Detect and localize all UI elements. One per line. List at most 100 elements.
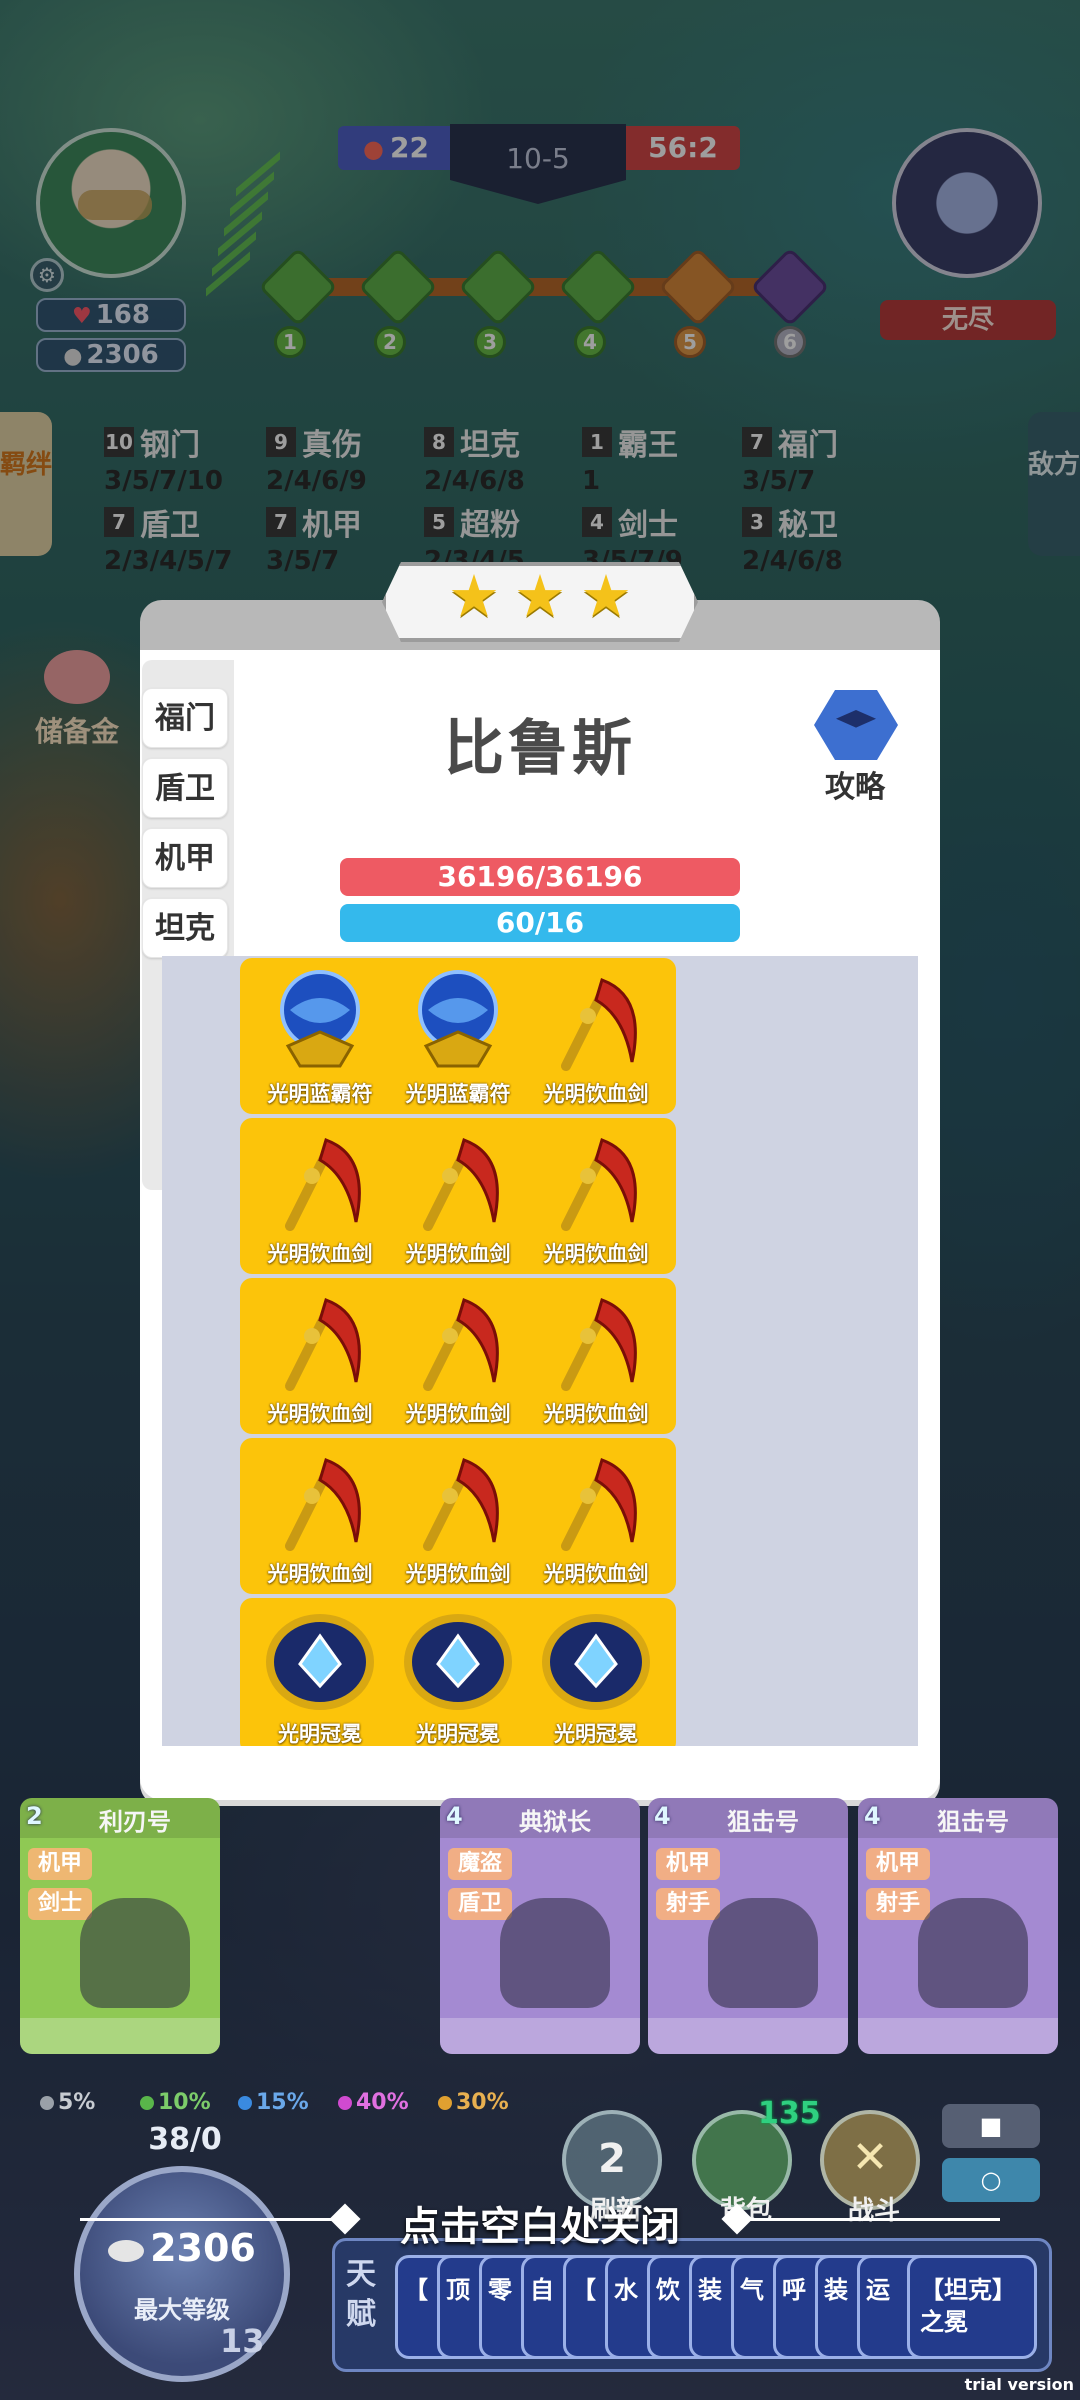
tab-trait[interactable]: 机甲 (142, 828, 228, 888)
equipment-grid: 光明蓝霸符 光明蓝霸符 光明饮血剑 光明饮血剑 光明饮血剑 光明饮血剑 光明饮血剑 光明饮血剑… (162, 956, 918, 1746)
guide-label: 攻略 (825, 770, 885, 805)
equipment-name: 光明饮血剑 (405, 1402, 511, 1426)
card-cost: 4 (654, 1802, 671, 1830)
odds-tier-3: 15% (238, 2090, 309, 2115)
odds-value: 40% (356, 2090, 409, 2115)
equipment-slot[interactable]: 光明冠冕 (378, 1598, 538, 1746)
equipment-name: 光明饮血剑 (267, 1402, 373, 1426)
unit-figure (500, 1898, 610, 2008)
equipment-slot[interactable]: 光明饮血剑 (240, 1118, 400, 1274)
shop-card[interactable]: 4 狙击号 机甲 射手 (648, 1798, 848, 2054)
tier-dot (338, 2096, 352, 2110)
card-tag: 机甲 (28, 1848, 92, 1880)
equipment-name: 光明饮血剑 (267, 1242, 373, 1266)
guide-button[interactable]: 攻略 (800, 690, 910, 805)
close-hint-text: 点击空白处关闭 (400, 2204, 680, 2250)
star-icon: ★ (580, 562, 632, 630)
card-cost: 2 (26, 1802, 43, 1830)
equipment-name: 光明饮血剑 (543, 1402, 649, 1426)
watermark: trial version (964, 2375, 1074, 2394)
odds-tier-1: 5% (40, 2090, 95, 2115)
tier-dot (140, 2096, 154, 2110)
card-tag: 魔盗 (448, 1848, 512, 1880)
talent-title: 天赋 (346, 2257, 376, 2332)
unit-figure (918, 1898, 1028, 2008)
card-footer (440, 2018, 640, 2054)
equipment-slot[interactable]: 光明饮血剑 (516, 1278, 676, 1434)
equipment-slot[interactable]: 光明饮血剑 (378, 1438, 538, 1594)
card-tag: 射手 (866, 1888, 930, 1920)
card-name: 狙击号 (937, 1808, 1009, 1836)
equipment-slot[interactable]: 光明饮血剑 (516, 1118, 676, 1274)
shop-card[interactable]: 4 典狱长 魔盗 盾卫 (440, 1798, 640, 2054)
card-cost: 4 (864, 1802, 881, 1830)
unit-figure (708, 1898, 818, 2008)
odds-value: 30% (456, 2090, 509, 2115)
shop-card[interactable]: 2 利刃号 机甲 剑士 (20, 1798, 220, 2054)
card-footer (20, 2018, 220, 2054)
close-hint[interactable]: 点击空白处关闭 (0, 2190, 1080, 2250)
odds-value: 15% (256, 2090, 309, 2115)
card-tag: 机甲 (656, 1848, 720, 1880)
equipment-name: 光明蓝霸符 (405, 1082, 511, 1106)
equipment-slot[interactable]: 光明冠冕 (516, 1598, 676, 1746)
equipment-name: 光明冠冕 (416, 1722, 500, 1746)
equipment-slot[interactable]: 光明蓝霸符 (240, 958, 400, 1114)
equipment-name: 光明饮血剑 (543, 1242, 649, 1266)
card-name: 狙击号 (727, 1808, 799, 1836)
card-footer (858, 2018, 1058, 2054)
equipment-slot[interactable]: 光明饮血剑 (378, 1278, 538, 1434)
tab-trait[interactable]: 福门 (142, 688, 228, 748)
equipment-name: 光明饮血剑 (405, 1562, 511, 1586)
star-icon: ★ (448, 562, 500, 630)
lock-icon: ■ (979, 2112, 1003, 2140)
hp-bar: 36196/36196 (340, 858, 740, 896)
odds-tier-4: 40% (338, 2090, 409, 2115)
equipment-name: 光明饮血剑 (405, 1242, 511, 1266)
tier-dot (40, 2096, 54, 2110)
equipment-name: 光明蓝霸符 (267, 1082, 373, 1106)
equipment-slot[interactable]: 光明蓝霸符 (378, 958, 538, 1114)
odds-tier-2: 10% (140, 2090, 211, 2115)
card-tag: 剑士 (28, 1888, 92, 1920)
unit-figure (80, 1898, 190, 2008)
equipment-name: 光明冠冕 (554, 1722, 638, 1746)
equipment-slot[interactable]: 光明饮血剑 (516, 1438, 676, 1594)
equipment-slot[interactable]: 光明饮血剑 (240, 1278, 400, 1434)
card-name: 典狱长 (519, 1808, 591, 1836)
card-tag: 射手 (656, 1888, 720, 1920)
card-name: 利刃号 (99, 1808, 171, 1836)
equipment-slot[interactable]: 光明冠冕 (240, 1598, 400, 1746)
crossed-swords-icon: ✕ (851, 2132, 889, 2183)
star-icon: ★ (514, 562, 566, 630)
tier-dot (438, 2096, 452, 2110)
equipment-slot[interactable]: 光明饮血剑 (516, 958, 676, 1114)
xp-label: 38/0 (148, 2122, 222, 2157)
refresh-cost: 2 (598, 2136, 626, 2182)
tab-trait[interactable]: 坦克 (142, 898, 228, 958)
card-tag: 盾卫 (448, 1888, 512, 1920)
equipment-slot[interactable]: 光明饮血剑 (378, 1118, 538, 1274)
player-level: 13 (220, 2322, 265, 2360)
card-footer (648, 2018, 848, 2054)
equipment-name: 光明饮血剑 (543, 1562, 649, 1586)
talent-bar: 天赋 【顶零自【水饮装气呼装运【坦克】之冕 (332, 2238, 1052, 2372)
hero-name: 比鲁斯 (444, 714, 636, 784)
equipment-name: 光明冠冕 (278, 1722, 362, 1746)
bag-count: 135 (758, 2096, 821, 2131)
odds-value: 5% (58, 2090, 96, 2115)
equipment-name: 光明饮血剑 (267, 1562, 373, 1586)
max-level-label: 最大等级 (134, 2296, 230, 2324)
shop-card[interactable]: 4 狙击号 机甲 射手 (858, 1798, 1058, 2054)
talent-card[interactable]: 【坦克】之冕 (907, 2255, 1037, 2359)
tier-dot (238, 2096, 252, 2110)
odds-tier-5: 30% (438, 2090, 509, 2115)
mana-bar: 60/16 (340, 904, 740, 942)
odds-value: 10% (158, 2090, 211, 2115)
tab-trait[interactable]: 盾卫 (142, 758, 228, 818)
lock-shop-button[interactable]: ■ (942, 2104, 1040, 2148)
equipment-name: 光明饮血剑 (543, 1082, 649, 1106)
equipment-slot[interactable]: 光明饮血剑 (240, 1438, 400, 1594)
card-cost: 4 (446, 1802, 463, 1830)
card-tag: 机甲 (866, 1848, 930, 1880)
